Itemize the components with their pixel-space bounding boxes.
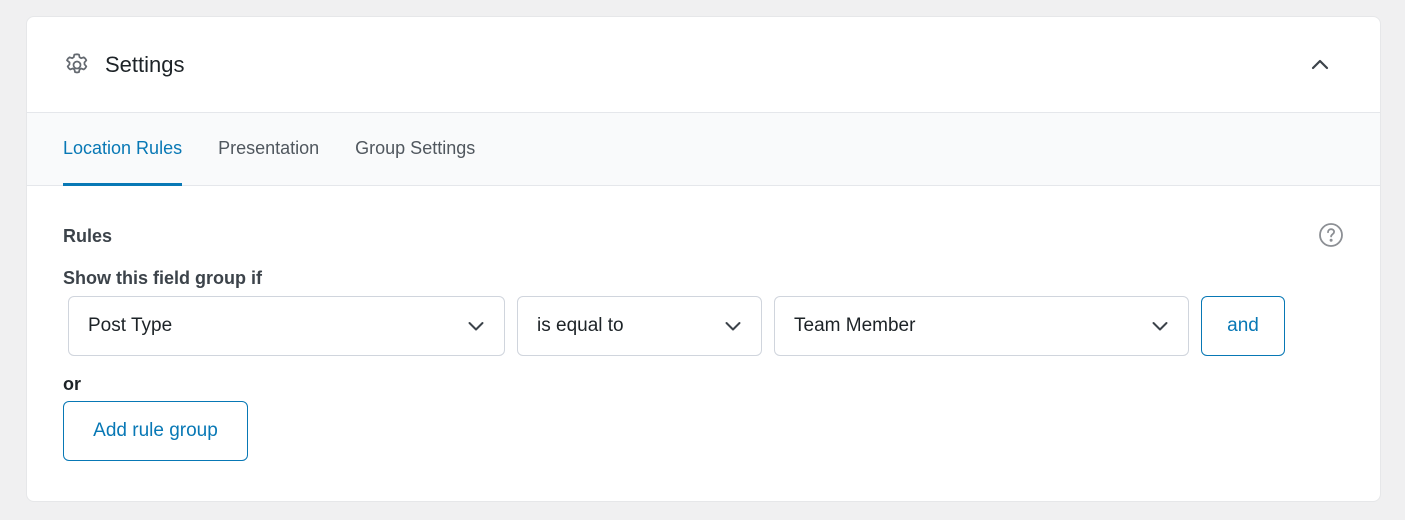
and-button[interactable]: and — [1201, 296, 1285, 356]
or-label: or — [63, 374, 81, 394]
chevron-up-icon — [1311, 59, 1329, 69]
settings-panel: Settings Location Rules Presentation Gro… — [26, 16, 1381, 502]
show-if-label: Show this field group if — [63, 268, 262, 288]
collapse-button[interactable] — [1304, 49, 1336, 81]
tab-group-settings[interactable]: Group Settings — [355, 113, 475, 185]
panel-title: Settings — [105, 51, 185, 77]
chevron-down-icon — [1150, 316, 1170, 336]
location-rules-content: Rules Show this field group if Post Type… — [27, 186, 1380, 461]
rule-operator-value: is equal to — [537, 315, 624, 336]
rules-label: Rules — [63, 226, 113, 246]
tab-presentation[interactable]: Presentation — [218, 113, 319, 185]
tab-location-rules[interactable]: Location Rules — [63, 113, 183, 186]
chevron-down-icon — [723, 316, 743, 336]
rule-operator-select[interactable]: is equal to — [517, 296, 762, 356]
rule-param-value: Post Type — [88, 315, 173, 336]
rule-param-select[interactable]: Post Type — [68, 296, 505, 356]
chevron-down-icon — [466, 316, 486, 336]
rule-value-value: Team Member — [794, 315, 916, 336]
panel-header: Settings — [27, 17, 1380, 113]
question-circle-icon[interactable] — [1318, 222, 1344, 248]
tab-bar: Location Rules Presentation Group Settin… — [27, 113, 1380, 186]
gear-icon — [63, 51, 91, 79]
rule-value-select[interactable]: Team Member — [774, 296, 1189, 356]
rule-row: Post Type is equal to Team Member and — [68, 296, 1344, 356]
add-rule-group-button[interactable]: Add rule group — [63, 401, 248, 461]
